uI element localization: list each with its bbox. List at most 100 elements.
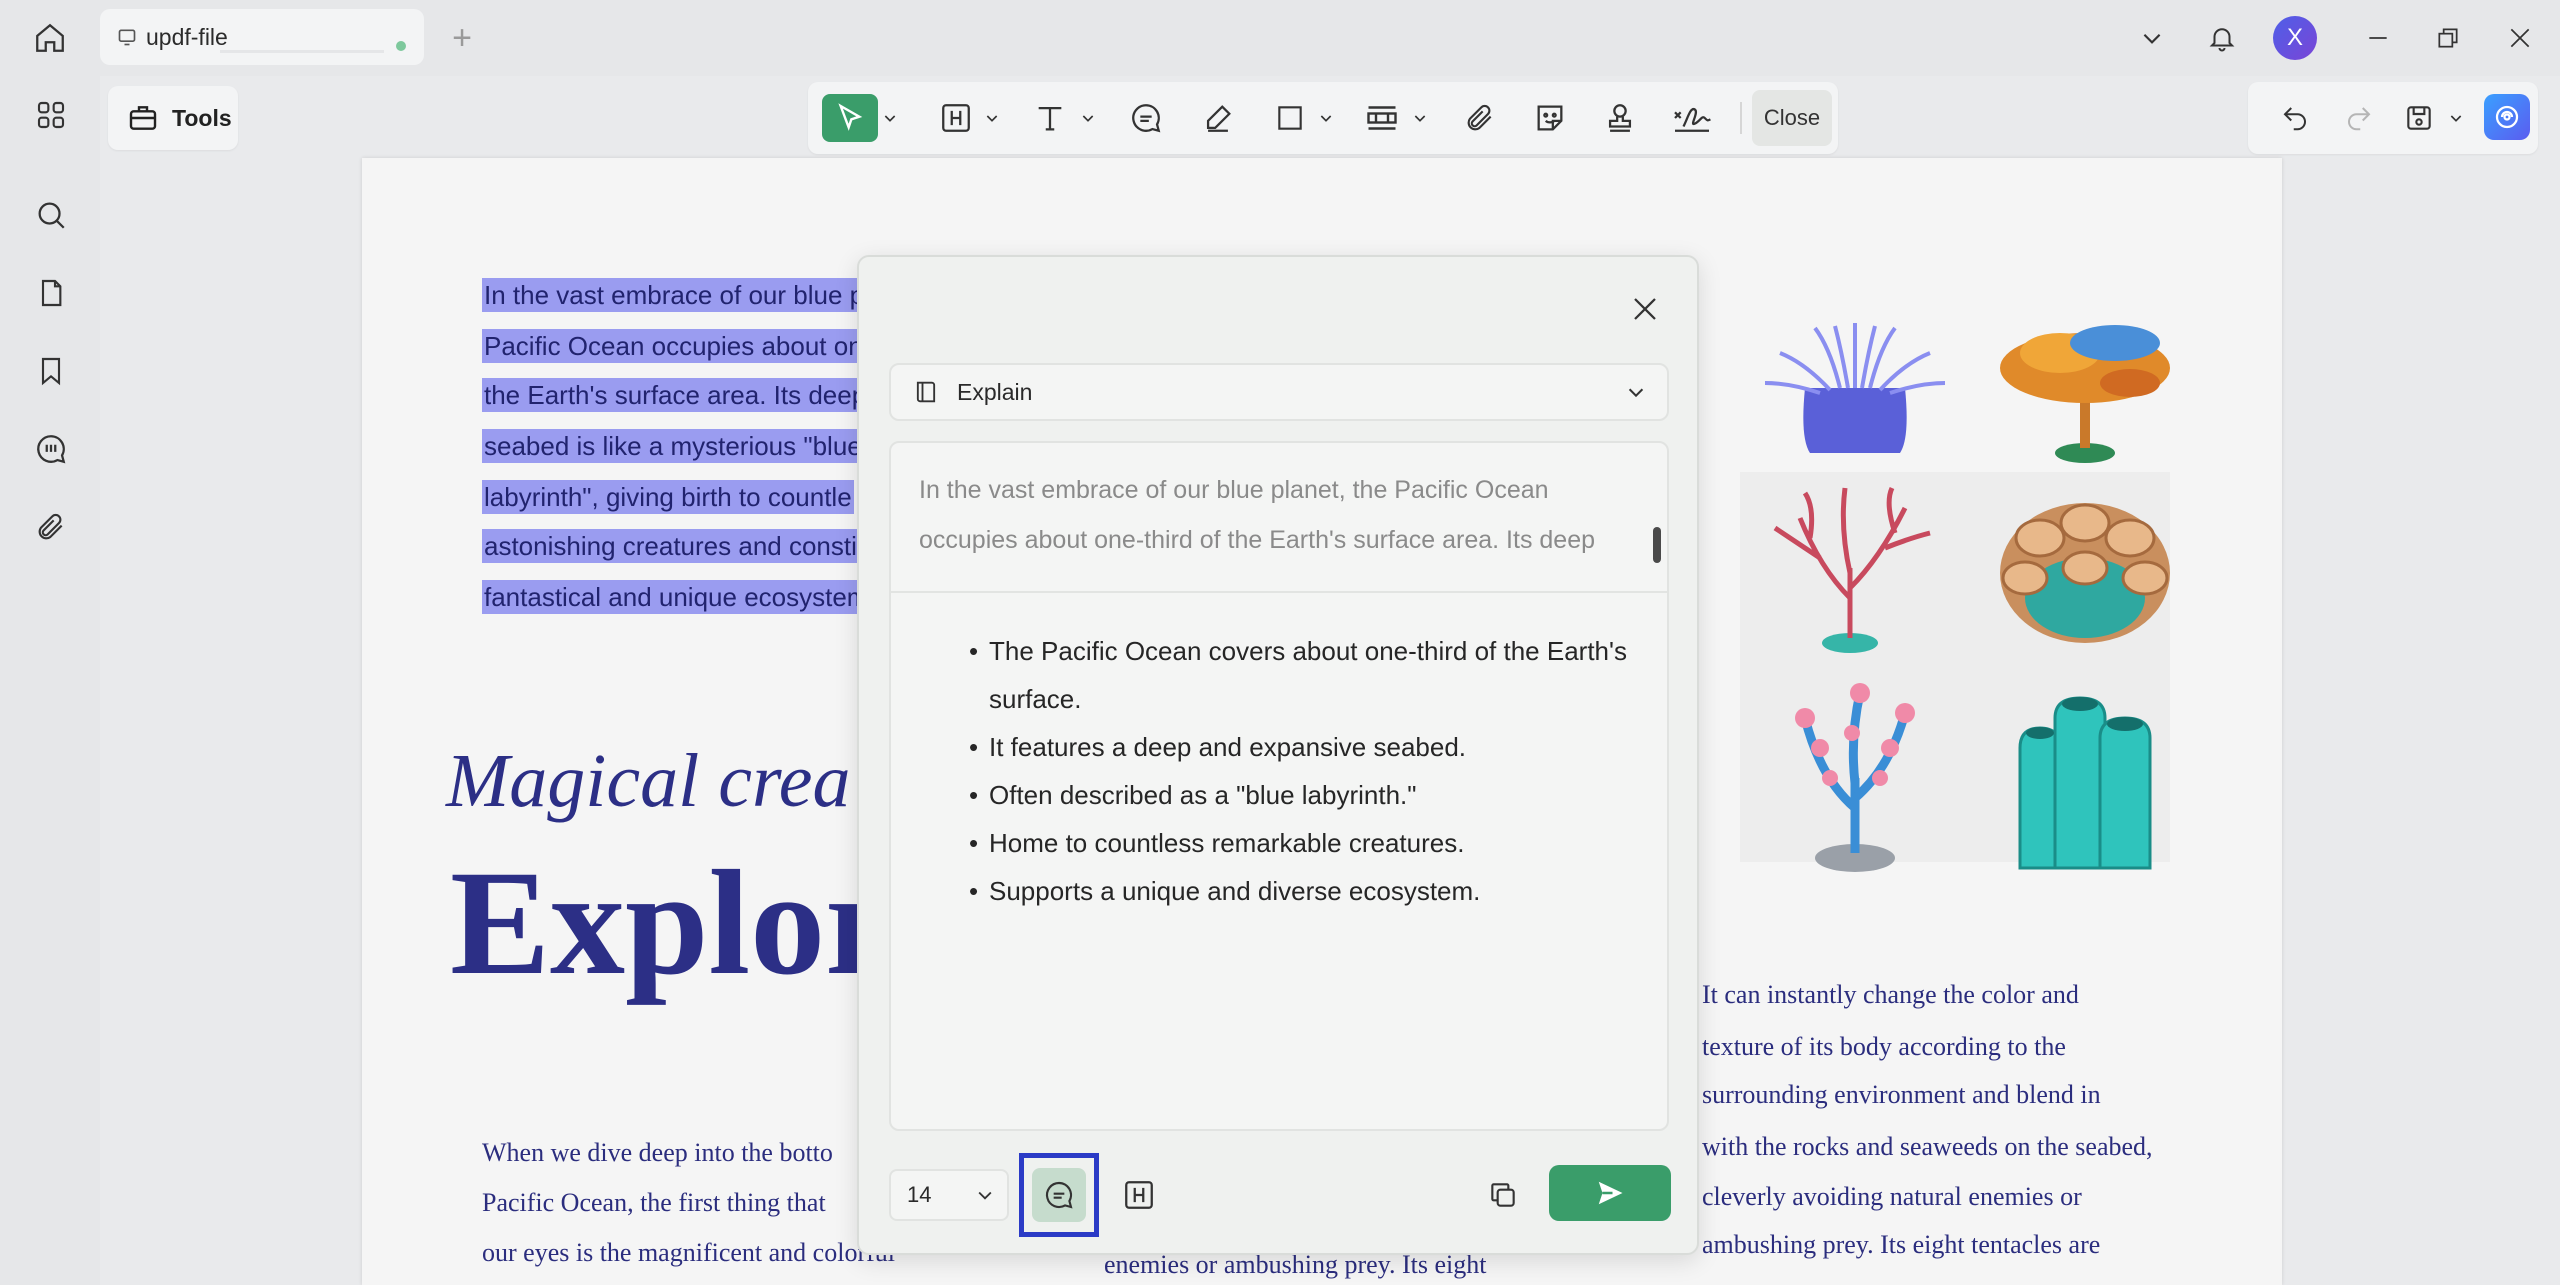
- ai-assistant-icon: [2495, 105, 2519, 129]
- document-tab[interactable]: updf-file: [100, 9, 424, 65]
- selected-line: Pacific Ocean occupies about one: [482, 329, 880, 363]
- table-tool-button[interactable]: [1358, 94, 1406, 142]
- stamp-tool-button[interactable]: [1596, 94, 1644, 142]
- home-button[interactable]: [28, 18, 72, 58]
- user-avatar[interactable]: X: [2273, 16, 2317, 60]
- new-tab-button[interactable]: +: [444, 18, 480, 57]
- chevron-down-icon: [978, 1191, 992, 1200]
- close-icon: [1634, 298, 1656, 320]
- text-tool-dropdown[interactable]: [1080, 94, 1096, 142]
- attach-icon: [1467, 104, 1492, 131]
- comment-icon: [1132, 104, 1161, 133]
- body-text-line: texture of its body according to the: [1702, 1032, 2066, 1061]
- chevron-down-icon: [1082, 115, 1094, 122]
- table-tool-dropdown[interactable]: [1412, 94, 1428, 142]
- book-icon: [911, 377, 941, 407]
- sticker-tool-button[interactable]: [1526, 94, 1574, 142]
- selected-line: astonishing creatures and constitu: [482, 529, 881, 563]
- comment-tool-button[interactable]: [1122, 94, 1170, 142]
- minimize-button[interactable]: [2356, 16, 2400, 60]
- undo-button[interactable]: [2272, 94, 2318, 142]
- tools-label: Tools: [172, 104, 232, 131]
- home-icon: [36, 23, 64, 52]
- toolbox-icon: [126, 101, 160, 135]
- select-tool-button[interactable]: [822, 94, 878, 142]
- shape-tool-dropdown[interactable]: [1318, 94, 1334, 142]
- select-tool-dropdown[interactable]: [882, 94, 898, 142]
- content-divider: [891, 591, 1667, 593]
- body-text-line: When we dive deep into the botto: [482, 1138, 833, 1167]
- pages-icon: [41, 279, 62, 307]
- insert-as-highlight-button[interactable]: [1115, 1171, 1163, 1219]
- sidebar-item-search[interactable]: [28, 192, 74, 238]
- dialog-action-bar: 14: [889, 1153, 1671, 1237]
- close-window-button[interactable]: [2498, 16, 2542, 60]
- notifications-button[interactable]: [2200, 16, 2244, 60]
- text-tool-button[interactable]: [1026, 94, 1074, 142]
- body-text-line: surrounding environment and blend in: [1702, 1080, 2101, 1109]
- title-bar: updf-file + X: [0, 0, 2560, 76]
- stamp-icon: [1608, 104, 1632, 132]
- chevron-down-icon: [1414, 115, 1426, 122]
- chevron-down-icon: [986, 115, 998, 122]
- selected-line: the Earth's surface area. Its deep a: [482, 378, 890, 412]
- save-dropdown[interactable]: [2448, 94, 2464, 142]
- highlight-tool-button[interactable]: [932, 94, 980, 142]
- shape-tool-button[interactable]: [1266, 94, 1314, 142]
- coral-image-group: [1740, 278, 2170, 892]
- explanation-item: Often described as a "blue labyrinth.": [969, 771, 1629, 819]
- section-heading-large: Explor: [450, 840, 892, 1006]
- insert-as-comment-button-face: [1032, 1168, 1086, 1222]
- restore-button[interactable]: [2426, 16, 2470, 60]
- close-icon: [2510, 28, 2530, 48]
- annotation-toolbar: Close: [808, 82, 1838, 154]
- chevron-down-icon: [884, 115, 896, 122]
- sidebar-item-attachments[interactable]: [28, 504, 74, 550]
- highlight-icon: [1125, 1181, 1153, 1209]
- tabs-dropdown-button[interactable]: [2130, 16, 2174, 60]
- pen-tool-button[interactable]: [1194, 94, 1242, 142]
- explanation-item: Home to countless remarkable creatures.: [969, 819, 1629, 867]
- selected-line: labyrinth", giving birth to countle: [482, 480, 854, 514]
- cup-coral-image: [2000, 503, 2170, 643]
- undo-icon: [2283, 107, 2306, 131]
- body-text-line: with the rocks and seaweeds on the seabe…: [1702, 1132, 2153, 1161]
- comment-icon: [1045, 1181, 1073, 1209]
- attach-tool-button[interactable]: [1456, 94, 1504, 142]
- dialog-close-button[interactable]: [1625, 289, 1665, 329]
- explanation-item: It features a deep and expansive seabed.: [969, 723, 1629, 771]
- document-icon: [116, 26, 138, 48]
- redo-icon: [2348, 107, 2371, 131]
- highlight-tool-dropdown[interactable]: [984, 94, 1000, 142]
- sidebar-item-comments[interactable]: [28, 426, 74, 472]
- toolbar-divider: [1740, 102, 1742, 134]
- tube-coral-image: [2018, 696, 2152, 870]
- ai-explain-dialog: Explain In the vast embrace of our blue …: [857, 255, 1699, 1255]
- redo-button[interactable]: [2336, 94, 2382, 142]
- save-button[interactable]: [2396, 94, 2442, 142]
- explanation-item: The Pacific Ocean covers about one-third…: [969, 627, 1629, 723]
- tab-status-dot: [396, 41, 406, 51]
- close-tool-button[interactable]: Close: [1752, 90, 1832, 146]
- sidebar-item-thumbnails[interactable]: [28, 92, 74, 138]
- explain-content-box: In the vast embrace of our blue planet, …: [889, 441, 1669, 1131]
- insert-as-comment-button[interactable]: [1019, 1153, 1099, 1237]
- pen-icon: [1206, 105, 1231, 132]
- ai-assistant-button[interactable]: [2484, 94, 2530, 140]
- send-button[interactable]: [1549, 1165, 1671, 1221]
- tools-button[interactable]: Tools: [108, 86, 238, 150]
- font-size-value: 14: [907, 1182, 932, 1207]
- mode-dropdown[interactable]: Explain: [889, 363, 1669, 421]
- sidebar-item-pages[interactable]: [28, 270, 74, 316]
- body-text-line: ambushing prey. Its eight tentacles are: [1702, 1230, 2101, 1259]
- plus-icon: +: [452, 18, 472, 57]
- source-text[interactable]: In the vast embrace of our blue planet, …: [919, 465, 1619, 565]
- bell-icon: [2209, 28, 2235, 52]
- signature-tool-button[interactable]: [1666, 94, 1718, 142]
- orange-coral-image: [2000, 325, 2170, 463]
- source-scrollbar[interactable]: [1653, 527, 1661, 563]
- font-size-select[interactable]: 14: [889, 1169, 1009, 1221]
- comments-icon: [37, 435, 66, 464]
- copy-button[interactable]: [1479, 1171, 1527, 1219]
- sidebar-item-bookmarks[interactable]: [28, 348, 74, 394]
